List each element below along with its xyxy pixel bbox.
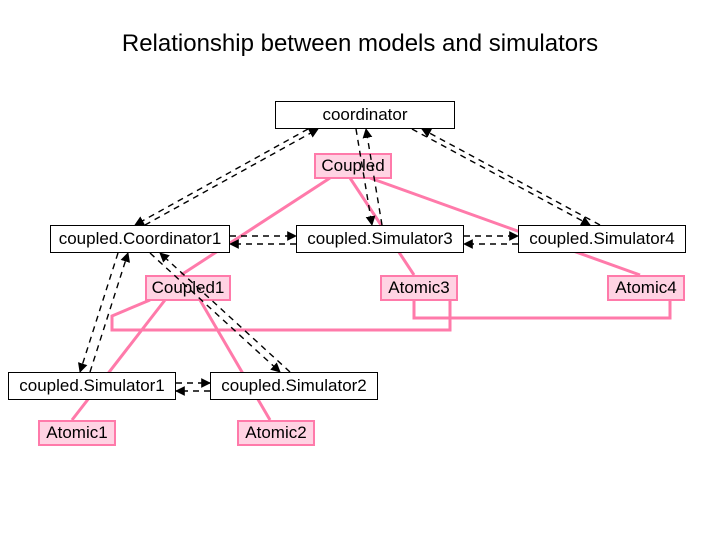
coupled-simulator3-box: coupled.Simulator3 [296,225,464,253]
coupled1-box: Coupled1 [145,275,231,301]
coupled-simulator1-box: coupled.Simulator1 [8,372,176,400]
coupled-simulator2-box: coupled.Simulator2 [210,372,378,400]
pink-links-layer [0,0,720,540]
atomic4-box: Atomic4 [607,275,685,301]
coupled-box: Coupled [314,153,392,179]
dashed-links-layer [0,0,720,540]
atomic3-box: Atomic3 [380,275,458,301]
coupled-coordinator1-box: coupled.Coordinator1 [50,225,230,253]
coordinator-box: coordinator [275,101,455,129]
atomic2-box: Atomic2 [237,420,315,446]
atomic1-box: Atomic1 [38,420,116,446]
page-title: Relationship between models and simulato… [0,30,720,58]
coupled-simulator4-box: coupled.Simulator4 [518,225,686,253]
